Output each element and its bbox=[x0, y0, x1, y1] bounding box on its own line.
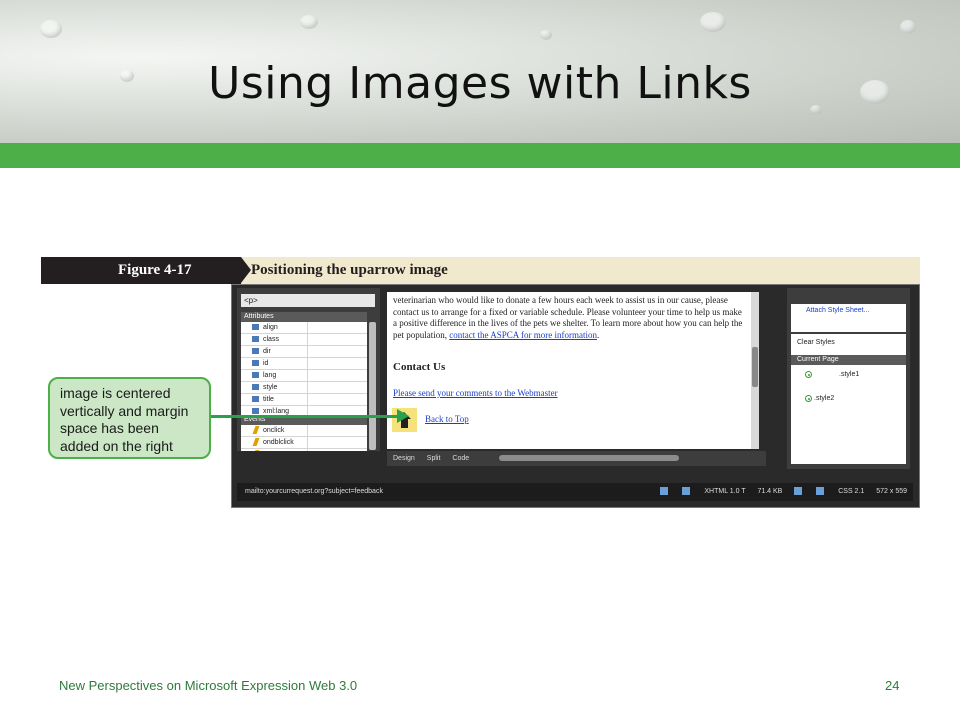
attributes-header[interactable]: Attributes bbox=[241, 312, 367, 322]
page-icon[interactable] bbox=[682, 487, 691, 496]
tag-properties-panel: <p> Attributes align class dir id lang s… bbox=[237, 288, 380, 451]
css-style-list: Clear Styles Current Page .style1 .style… bbox=[791, 334, 906, 464]
lightning-icon bbox=[252, 438, 260, 446]
design-view: veterinarian who would like to donate a … bbox=[387, 292, 759, 449]
style-radio-icon bbox=[805, 371, 812, 378]
lightning-icon bbox=[252, 450, 260, 451]
footer-text: New Perspectives on Microsoft Expression… bbox=[59, 678, 358, 693]
attribute-icon bbox=[252, 348, 259, 354]
status-url: mailto:yourcurrequest.org?subject=feedba… bbox=[245, 488, 383, 495]
doctype-indicator[interactable]: XHTML 1.0 T bbox=[704, 488, 745, 495]
editor-screenshot: <p> Attributes align class dir id lang s… bbox=[231, 284, 920, 508]
page-number: 24 bbox=[885, 678, 900, 693]
attribute-icon bbox=[252, 324, 259, 330]
attributes-list: align class dir id lang style title xml:… bbox=[241, 322, 367, 418]
css-icon[interactable] bbox=[816, 487, 825, 496]
attribute-icon bbox=[252, 336, 259, 342]
event-row[interactable]: onclick bbox=[241, 425, 367, 437]
tag-panel-scrollbar[interactable] bbox=[369, 322, 376, 450]
lightning-icon bbox=[252, 426, 260, 434]
body-paragraph: veterinarian who would like to donate a … bbox=[393, 295, 743, 340]
webmaster-line: Please send your comments to the Webmast… bbox=[393, 388, 747, 400]
callout-arrow-head bbox=[397, 409, 409, 423]
apply-styles-panel: Attach Style Sheet... Select CSS style t… bbox=[787, 288, 910, 469]
css-version-indicator[interactable]: CSS 2.1 bbox=[838, 488, 864, 495]
attribute-row[interactable]: lang bbox=[241, 370, 367, 382]
tab-design[interactable]: Design bbox=[387, 451, 421, 466]
event-row[interactable]: onkeydown bbox=[241, 449, 367, 451]
tab-code[interactable]: Code bbox=[446, 451, 475, 466]
horizontal-scrollbar[interactable] bbox=[499, 455, 679, 461]
view-tabs: Design Split Code bbox=[387, 451, 766, 466]
attribute-icon bbox=[252, 396, 259, 402]
attribute-row[interactable]: title bbox=[241, 394, 367, 406]
select-css-label: Select CSS style to apply: bbox=[794, 322, 880, 329]
style-item[interactable]: .style2 bbox=[814, 395, 834, 402]
schema-icon[interactable] bbox=[794, 487, 803, 496]
contact-heading: Contact Us bbox=[393, 361, 446, 373]
slide-title: Using Images with Links bbox=[208, 58, 752, 109]
webmaster-link[interactable]: Please send your comments to the Webmast… bbox=[393, 388, 558, 398]
current-page-header[interactable]: Current Page bbox=[791, 355, 906, 365]
size-indicator: 71.4 KB bbox=[757, 488, 783, 495]
event-row[interactable]: ondblclick bbox=[241, 437, 367, 449]
page-icon[interactable] bbox=[660, 487, 669, 496]
clear-styles-item[interactable]: Clear Styles bbox=[797, 339, 835, 346]
callout-box: image is centered vertically and margin … bbox=[48, 377, 211, 459]
attribute-row[interactable]: style bbox=[241, 382, 367, 394]
status-bar: mailto:yourcurrequest.org?subject=feedba… bbox=[237, 483, 913, 501]
style-radio-icon bbox=[805, 395, 812, 402]
attach-style-sheet-link[interactable]: Attach Style Sheet... bbox=[806, 307, 869, 314]
tab-split[interactable]: Split bbox=[421, 451, 447, 466]
attribute-icon bbox=[252, 384, 259, 390]
figure-label: Figure 4-17 bbox=[41, 257, 241, 284]
events-list: onclick ondblclick onkeydown onkeypress bbox=[241, 425, 367, 451]
attribute-row[interactable]: class bbox=[241, 334, 367, 346]
attribute-icon bbox=[252, 408, 259, 414]
style-item[interactable]: .style1 bbox=[839, 371, 859, 378]
dimensions-indicator[interactable]: 572 x 559 bbox=[876, 488, 907, 495]
attribute-icon bbox=[252, 360, 259, 366]
attribute-row[interactable]: align bbox=[241, 322, 367, 334]
attribute-row[interactable]: id bbox=[241, 358, 367, 370]
figure-label-tip bbox=[241, 257, 251, 283]
callout-leader-line bbox=[211, 415, 398, 418]
status-indicators: XHTML 1.0 T 71.4 KB CSS 2.1 572 x 559 bbox=[650, 483, 907, 501]
aspca-link[interactable]: contact the ASPCA for more information bbox=[449, 330, 597, 340]
selected-tag[interactable]: <p> bbox=[241, 294, 375, 307]
back-to-top-link[interactable]: Back to Top bbox=[425, 414, 469, 424]
back-to-top-line: Back to Top bbox=[425, 414, 545, 426]
callout-text: image is centered vertically and margin … bbox=[60, 385, 189, 454]
figure-title: Positioning the uparrow image bbox=[251, 262, 448, 278]
attribute-row[interactable]: dir bbox=[241, 346, 367, 358]
accent-band bbox=[0, 143, 960, 168]
design-view-scrollbar[interactable] bbox=[751, 292, 759, 449]
scroll-thumb[interactable] bbox=[752, 347, 758, 387]
attribute-icon bbox=[252, 372, 259, 378]
